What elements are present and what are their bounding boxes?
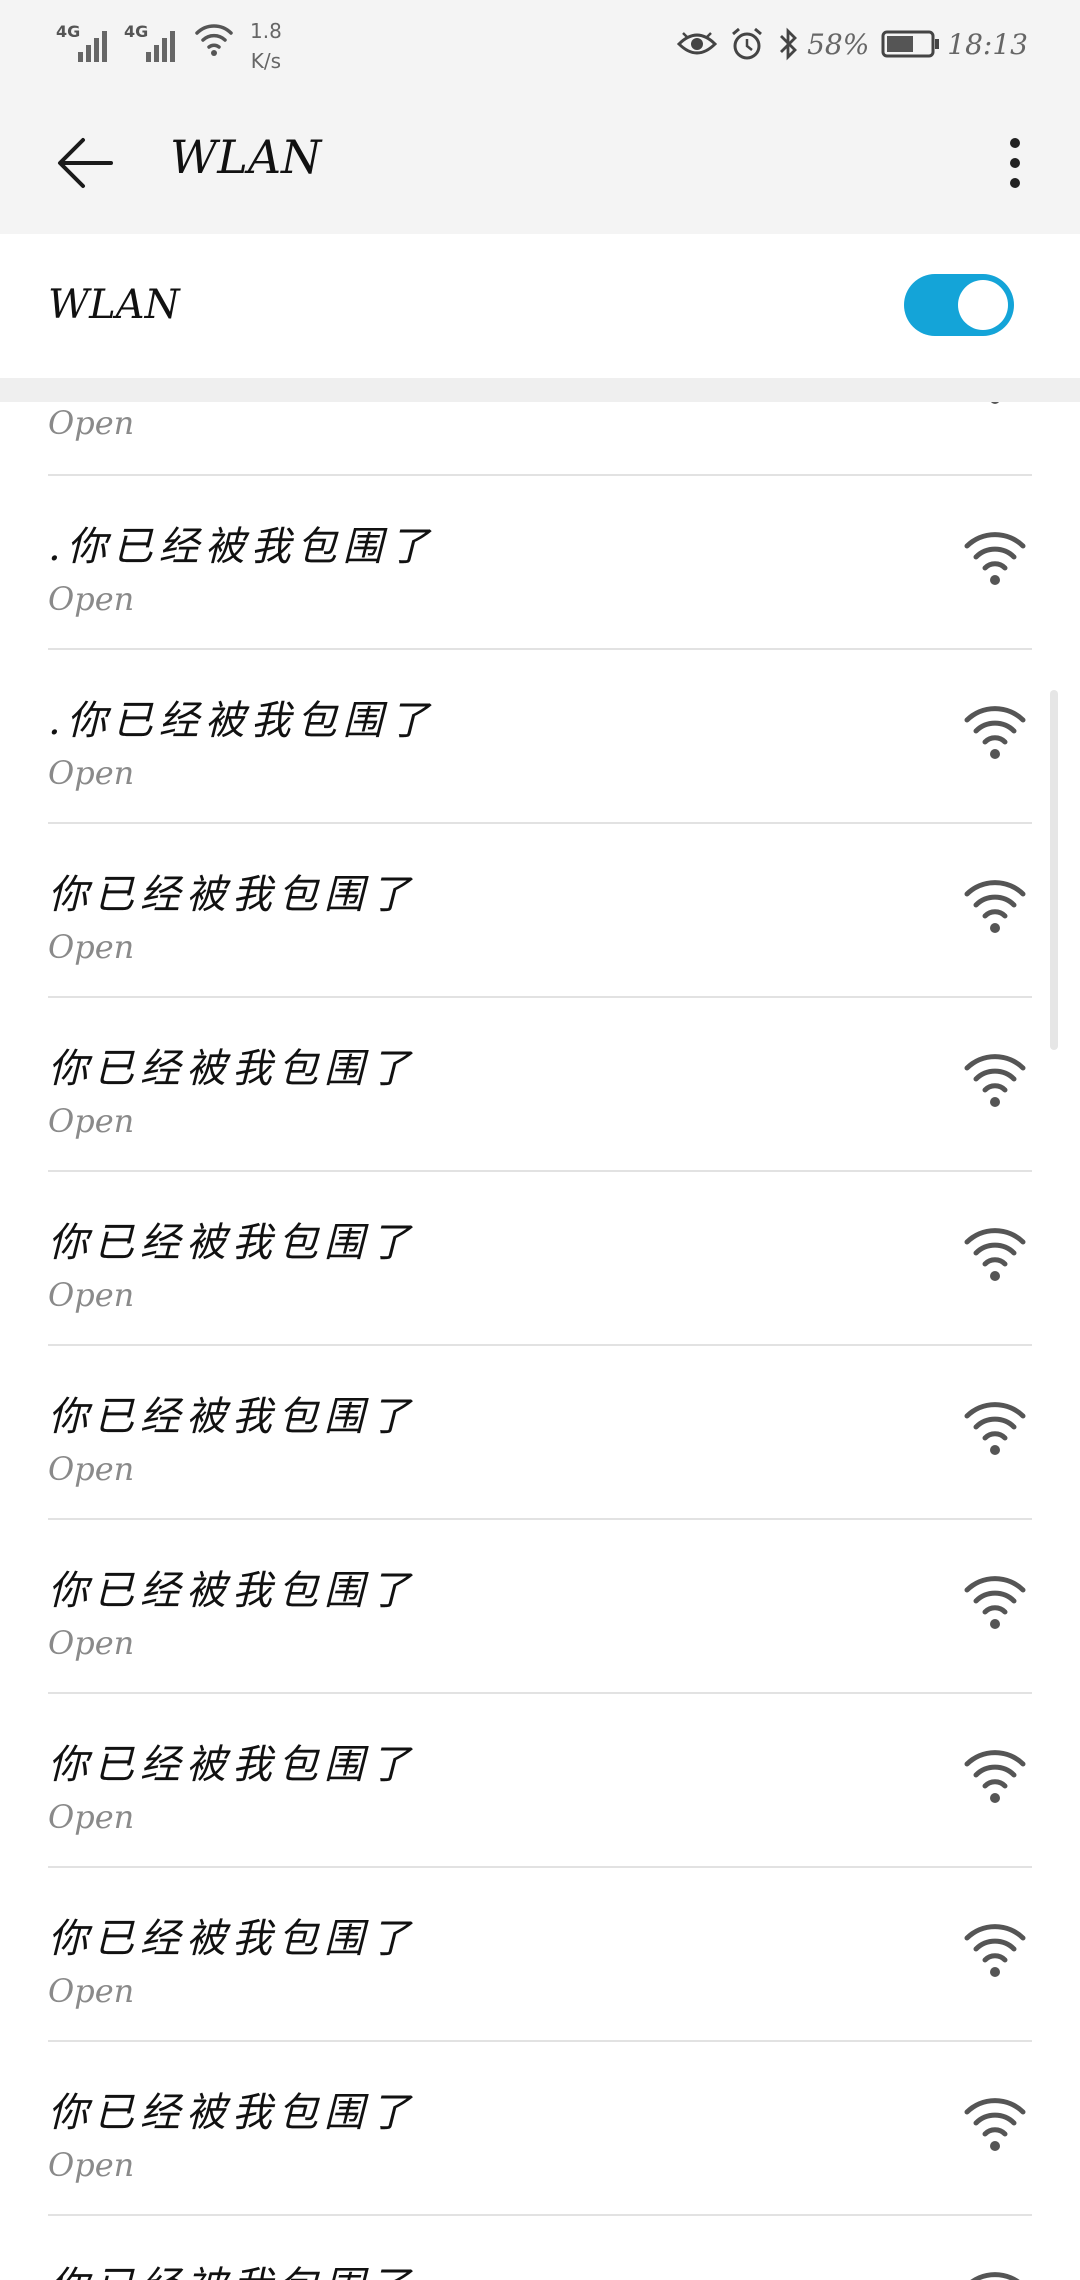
wifi-signal-icon bbox=[990, 402, 1000, 404]
network-security: Open bbox=[48, 1450, 135, 1488]
network-row[interactable]: Open bbox=[48, 402, 1032, 476]
network-type-label: 4G bbox=[124, 22, 149, 41]
wifi-signal-icon bbox=[964, 1924, 1026, 1977]
network-name: 你已经被我包围了 bbox=[48, 1046, 416, 1092]
network-name: 你已经被我包围了 bbox=[48, 1742, 416, 1788]
speed-unit: K/s bbox=[250, 49, 282, 73]
network-row[interactable]: 你已经被我包围了 Open bbox=[48, 2042, 1032, 2216]
app-bar: WLAN bbox=[0, 92, 1080, 234]
network-row[interactable]: 你已经被我包围了 Open bbox=[48, 1868, 1032, 2042]
signal-icon: 4G bbox=[124, 18, 178, 62]
network-name: 你已经被我包围了 bbox=[48, 2254, 416, 2280]
wifi-signal-icon bbox=[964, 1228, 1026, 1281]
more-dot-icon bbox=[1010, 158, 1020, 168]
back-arrow-icon bbox=[58, 138, 113, 188]
network-row[interactable]: 你已经被我包围了 Open bbox=[48, 1694, 1032, 1868]
network-security: Open bbox=[48, 1798, 135, 1836]
network-name: 你已经被我包围了 bbox=[48, 1394, 416, 1440]
network-row[interactable]: .你已经被我包围了 Open bbox=[48, 476, 1032, 650]
network-security: Open bbox=[48, 404, 135, 442]
wifi-signal-icon bbox=[964, 1750, 1026, 1803]
more-dot-icon bbox=[1010, 178, 1020, 188]
wlan-switch[interactable] bbox=[904, 274, 1014, 336]
wifi-signal-icon bbox=[964, 1576, 1026, 1629]
network-security: Open bbox=[48, 1276, 135, 1314]
page-title: WLAN bbox=[170, 130, 322, 184]
network-row[interactable]: 你已经被我包围了 Open bbox=[48, 824, 1032, 998]
network-security: Open bbox=[48, 580, 135, 618]
signal-icon: 4G bbox=[56, 18, 110, 62]
network-name: 你已经被我包围了 bbox=[48, 1220, 416, 1266]
wlan-toggle-row[interactable]: WLAN bbox=[0, 234, 1080, 378]
network-name: 你已经被我包围了 bbox=[48, 1916, 416, 1962]
more-options-button[interactable] bbox=[990, 128, 1040, 198]
speed-value: 1.8 bbox=[250, 19, 282, 43]
network-security: Open bbox=[48, 928, 135, 966]
wifi-signal-icon bbox=[964, 880, 1026, 933]
wifi-signal-icon bbox=[964, 1054, 1026, 1107]
network-speed: 1.8 K/s bbox=[250, 16, 282, 76]
network-name: 你已经被我包围了 bbox=[48, 2090, 416, 2136]
network-list[interactable]: Open .你已经被我包围了 Open .你已经被我包围了 Open 你已经被我… bbox=[0, 402, 1080, 2280]
battery-icon bbox=[881, 30, 940, 58]
wifi-signal-icon bbox=[964, 532, 1026, 585]
clock: 18:13 bbox=[947, 27, 1028, 61]
network-security: Open bbox=[48, 1972, 135, 2010]
network-name: .你已经被我包围了 bbox=[48, 524, 435, 570]
network-name: 你已经被我包围了 bbox=[48, 872, 416, 918]
network-row[interactable]: 你已经被我包围了 Open bbox=[48, 1520, 1032, 1694]
network-security: Open bbox=[48, 754, 135, 792]
battery-percent: 58% bbox=[807, 27, 870, 61]
switch-knob bbox=[958, 280, 1008, 330]
network-name: .你已经被我包围了 bbox=[48, 698, 435, 744]
wifi-signal-icon bbox=[970, 2272, 1020, 2280]
section-divider bbox=[0, 378, 1080, 402]
network-security: Open bbox=[48, 1624, 135, 1662]
network-row[interactable]: .你已经被我包围了 Open bbox=[48, 650, 1032, 824]
wlan-label: WLAN bbox=[48, 282, 180, 328]
wifi-signal-icon bbox=[964, 706, 1026, 759]
network-security: Open bbox=[48, 1102, 135, 1140]
wifi-signal-icon bbox=[964, 1402, 1026, 1455]
network-security: Open bbox=[48, 2146, 135, 2184]
back-button[interactable] bbox=[50, 128, 120, 198]
network-row[interactable]: 你已经被我包围了 Open bbox=[48, 1172, 1032, 1346]
bluetooth-icon bbox=[780, 27, 798, 61]
scrollbar[interactable] bbox=[1050, 690, 1058, 1050]
alarm-icon bbox=[732, 27, 763, 60]
network-type-label: 4G bbox=[56, 22, 81, 41]
network-row[interactable]: 你已经被我包围了 Open bbox=[48, 1346, 1032, 1520]
status-bar: 4G 4G 1.8 K/s 58% 18:13 bbox=[0, 0, 1080, 92]
wifi-signal-icon bbox=[964, 2098, 1026, 2151]
network-name: 你已经被我包围了 bbox=[48, 1568, 416, 1614]
network-row[interactable]: 你已经被我包围了 bbox=[48, 2216, 1032, 2280]
eye-icon bbox=[677, 32, 718, 55]
network-row[interactable]: 你已经被我包围了 Open bbox=[48, 998, 1032, 1172]
wifi-status-icon bbox=[195, 24, 233, 56]
more-dot-icon bbox=[1010, 138, 1020, 148]
